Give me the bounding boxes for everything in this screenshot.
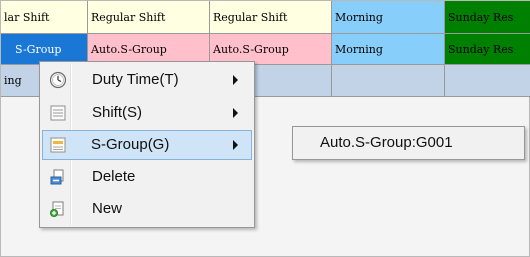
grid-cell-r2-c4[interactable]: Morning: [332, 34, 445, 65]
grid-cell-r3-c5[interactable]: [445, 65, 530, 97]
submenu-item-auto-s-group[interactable]: Auto.S-Group:G001: [293, 127, 524, 159]
grid-cell-r1-c2[interactable]: Regular Shift: [88, 1, 210, 34]
context-menu: Duty Time(T) Shift(S) S-Group(G) Delete …: [39, 61, 255, 228]
grid-cell-r3-c4[interactable]: [332, 65, 445, 97]
grid-cell-r2-c5[interactable]: Sunday Res: [445, 34, 530, 65]
menu-item-duty-time[interactable]: Duty Time(T): [42, 65, 252, 95]
grid-cell-r1-c1[interactable]: lar Shift: [1, 1, 88, 34]
menu-item-shift[interactable]: Shift(S): [42, 98, 252, 128]
submenu-item-label: Auto.S-Group:G001: [320, 134, 453, 151]
group-icon: [49, 136, 67, 154]
menu-item-label: New: [92, 200, 123, 217]
delete-icon: [49, 168, 67, 186]
submenu-arrow-icon: [233, 140, 238, 150]
menu-item-s-group[interactable]: S-Group(G): [42, 130, 252, 160]
menu-item-label: Shift(S): [92, 104, 143, 121]
grid-cell-r1-c4[interactable]: Morning: [332, 1, 445, 34]
submenu-arrow-icon: [233, 108, 238, 118]
menu-item-delete[interactable]: Delete: [42, 162, 252, 192]
submenu-arrow-icon: [233, 75, 238, 85]
menu-item-label: S-Group(G): [91, 136, 170, 153]
grid-cell-r1-c3[interactable]: Regular Shift: [210, 1, 332, 34]
s-group-submenu: Auto.S-Group:G001: [292, 126, 525, 160]
list-icon: [49, 104, 67, 122]
clock-icon: [49, 71, 67, 89]
menu-item-label: Delete: [92, 168, 136, 185]
menu-item-new[interactable]: New: [42, 194, 252, 224]
new-icon: [49, 200, 67, 218]
grid-cell-r1-c5[interactable]: Sunday Res: [445, 1, 530, 34]
menu-item-label: Duty Time(T): [92, 71, 179, 88]
